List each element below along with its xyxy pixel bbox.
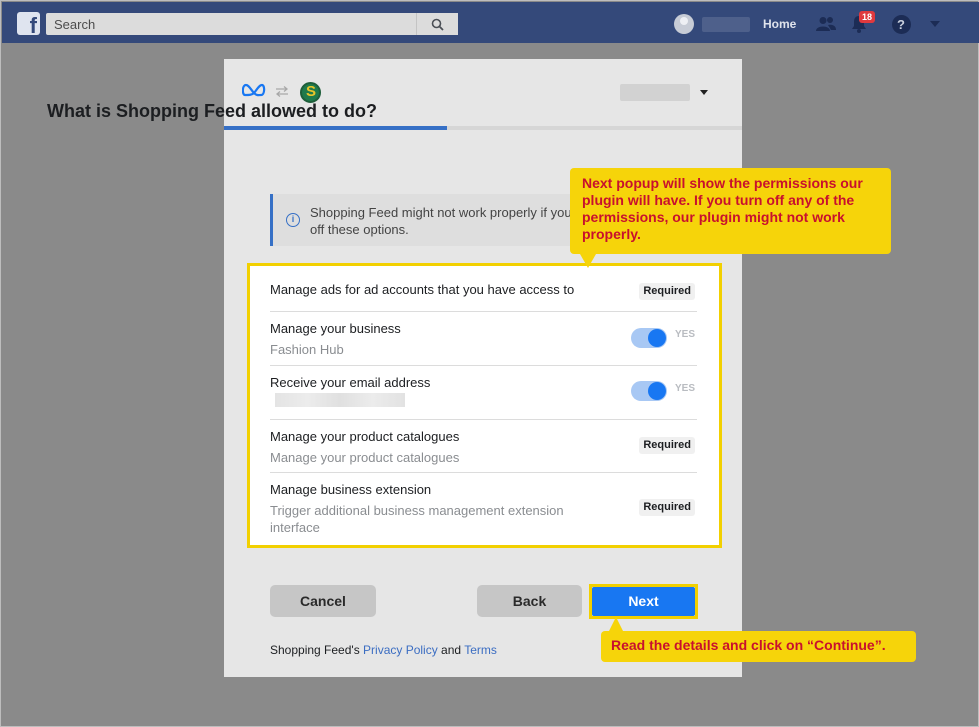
permission-subtitle: Manage your product catalogues xyxy=(270,450,460,465)
search-input[interactable] xyxy=(46,13,416,35)
permission-title: Manage business extension xyxy=(270,482,432,497)
friends-icon[interactable] xyxy=(815,13,837,35)
next-button[interactable]: Next xyxy=(592,587,695,616)
toggle-yes-label: YES xyxy=(675,383,696,394)
meta-logo-icon xyxy=(242,83,266,97)
permission-title: Manage your product catalogues xyxy=(270,429,460,444)
notification-count-badge: 18 xyxy=(859,11,876,23)
permission-title: Manage ads for ad accounts that you have… xyxy=(270,282,575,297)
help-icon: ? xyxy=(891,14,911,34)
permission-row-manage-business: Manage your business Fashion Hub YES xyxy=(270,312,697,366)
dialog-footer: Shopping Feed's Privacy Policy and Terms xyxy=(270,643,497,657)
search-box xyxy=(46,13,458,35)
swap-arrows-icon xyxy=(275,86,289,97)
permission-subtitle: Fashion Hub xyxy=(270,342,344,357)
info-notice-text: Shopping Feed might not work properly if… xyxy=(310,205,598,237)
terms-link[interactable]: Terms xyxy=(464,643,497,657)
permission-row-email: Receive your email address YES xyxy=(270,366,697,420)
top-nav-bar: f Home 18 ? xyxy=(2,2,979,43)
home-link[interactable]: Home xyxy=(763,17,796,31)
toggle-yes-label: YES xyxy=(675,329,696,340)
progress-bar-fill xyxy=(224,126,447,130)
account-selector-blurred[interactable] xyxy=(620,84,690,101)
permission-subtitle: Trigger additional business management e… xyxy=(270,503,564,535)
account-menu-chevron-down-icon[interactable] xyxy=(924,13,946,35)
progress-bar xyxy=(224,126,742,130)
footer-and: and xyxy=(437,643,465,657)
permission-title: Receive your email address xyxy=(270,375,431,390)
shopping-feed-app-logo xyxy=(300,82,321,103)
email-address-blurred xyxy=(275,393,405,407)
dialog-title: What is Shopping Feed allowed to do? xyxy=(47,101,377,121)
search-icon xyxy=(431,18,444,31)
help-button[interactable]: ? xyxy=(890,13,912,35)
profile-avatar[interactable] xyxy=(674,14,694,34)
search-button[interactable] xyxy=(416,13,458,35)
permission-row-product-catalogues: Manage your product catalogues Manage yo… xyxy=(270,420,697,473)
info-icon: i xyxy=(286,213,300,227)
profile-name-blurred[interactable] xyxy=(702,17,750,32)
required-badge: Required xyxy=(639,437,695,454)
privacy-policy-link[interactable]: Privacy Policy xyxy=(363,643,438,657)
required-badge: Required xyxy=(639,283,695,300)
screen-frame: f Home 18 ? xyxy=(0,0,979,727)
required-badge: Required xyxy=(639,499,695,516)
permissions-list: Manage ads for ad accounts that you have… xyxy=(247,263,722,548)
back-button[interactable]: Back xyxy=(477,585,582,617)
toggle-knob xyxy=(648,382,666,400)
email-toggle[interactable] xyxy=(631,381,667,401)
tutorial-callout-permissions: Next popup will show the permissions our… xyxy=(570,168,891,268)
permission-title: Manage your business xyxy=(270,321,401,336)
account-selector-chevron-down-icon[interactable] xyxy=(700,90,708,95)
facebook-logo-icon[interactable]: f xyxy=(17,12,40,35)
manage-business-toggle[interactable] xyxy=(631,328,667,348)
next-button-highlight: Next xyxy=(589,584,698,619)
tutorial-callout-continue: Read the details and click on “Continue”… xyxy=(601,617,916,662)
cancel-button[interactable]: Cancel xyxy=(270,585,376,617)
permission-row-manage-ads: Manage ads for ad accounts that you have… xyxy=(270,266,697,312)
toggle-knob xyxy=(648,329,666,347)
footer-prefix: Shopping Feed's xyxy=(270,643,364,657)
permission-row-business-extension: Manage business extension Trigger additi… xyxy=(270,473,697,543)
